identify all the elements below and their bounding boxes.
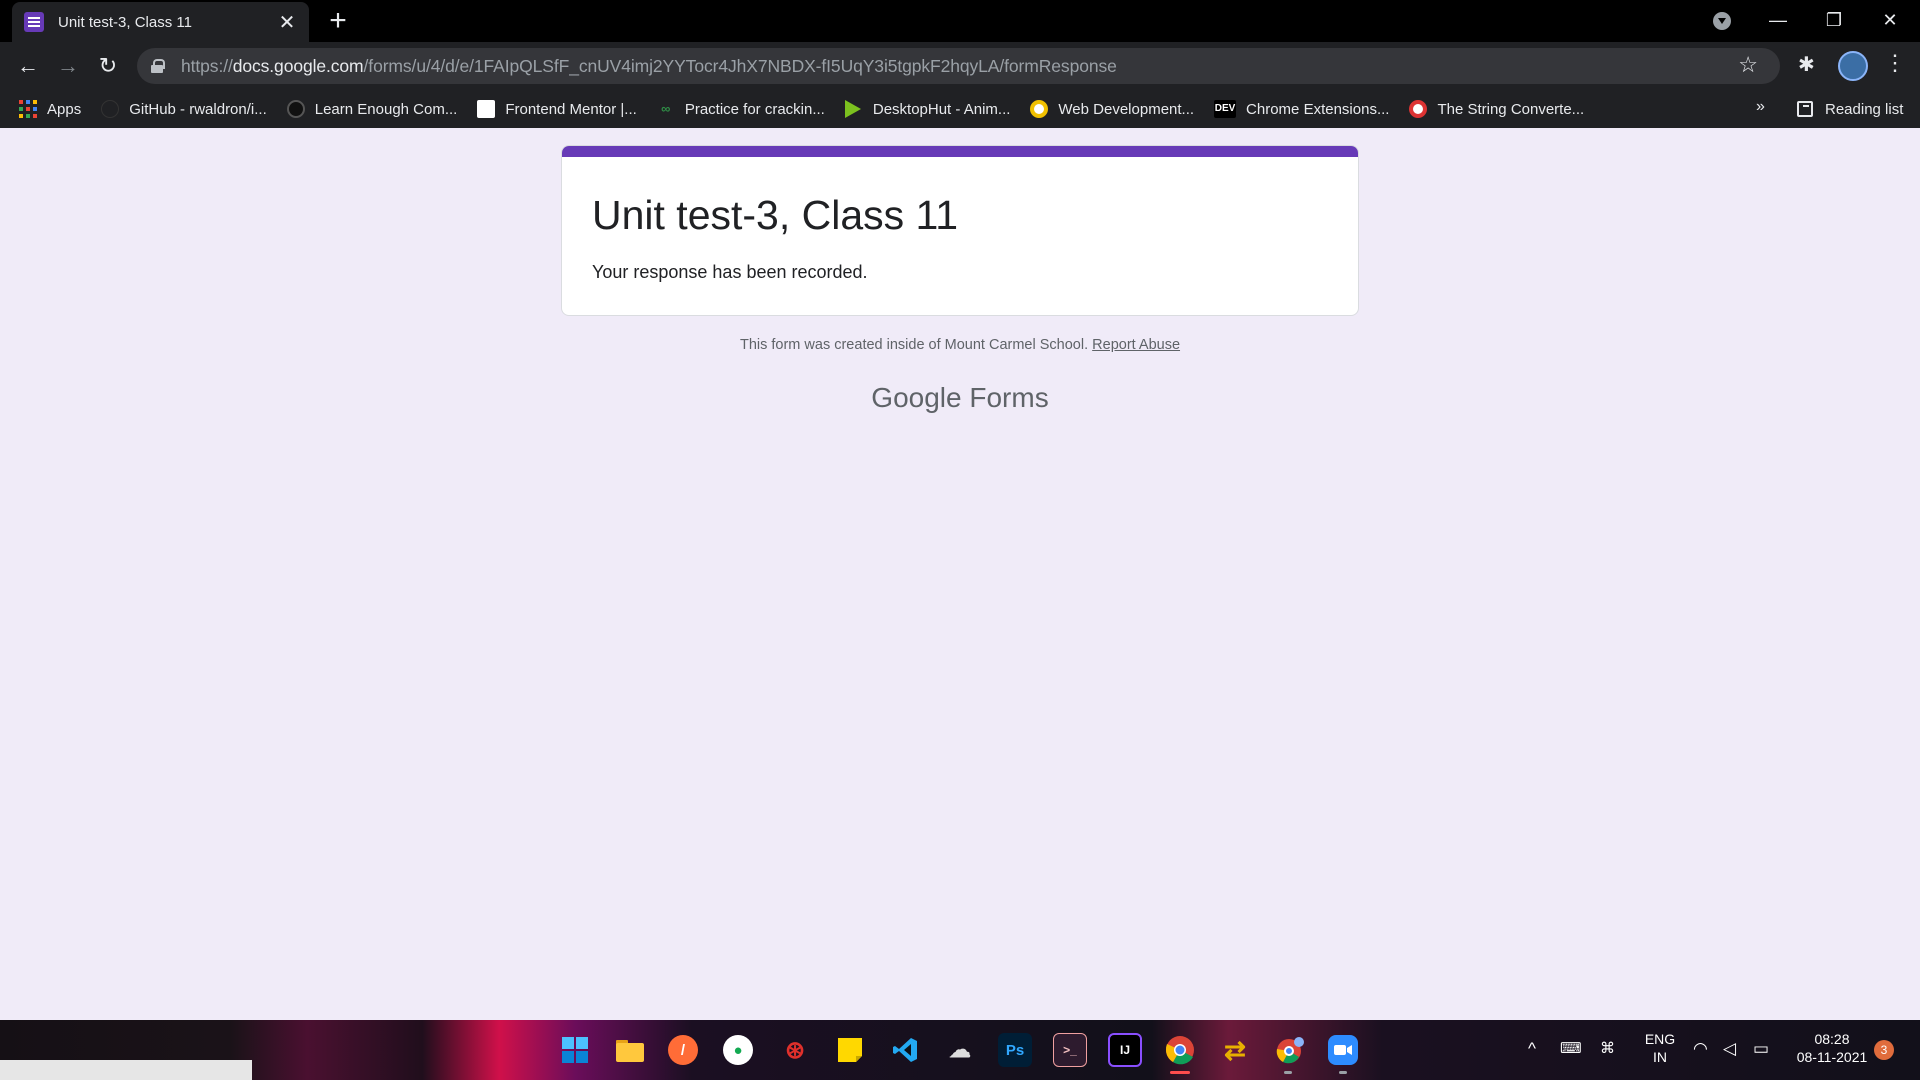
github-desktop-icon[interactable]: ☁ bbox=[943, 1033, 977, 1067]
bookmark-string-converter[interactable]: The String Converte... bbox=[1409, 100, 1584, 118]
tab-title: Unit test-3, Class 11 bbox=[58, 13, 192, 31]
desktophut-icon bbox=[844, 100, 861, 118]
tray-overflow-chevron-icon[interactable]: ^ bbox=[1528, 1039, 1536, 1059]
reading-list-icon bbox=[1797, 101, 1813, 117]
address-bar[interactable]: https://docs.google.com/forms/u/4/d/e/1F… bbox=[137, 48, 1780, 84]
dev-icon: DEV bbox=[1214, 100, 1237, 118]
mongodb-compass-icon[interactable]: ● bbox=[723, 1035, 753, 1065]
tab-search-icon[interactable] bbox=[1713, 12, 1731, 30]
bookmark-chrome-extensions[interactable]: DEV Chrome Extensions... bbox=[1214, 100, 1389, 118]
bookmark-learn-enough[interactable]: Learn Enough Com... bbox=[286, 100, 457, 118]
zoom-running-indicator bbox=[1339, 1071, 1347, 1074]
file-explorer-icon[interactable] bbox=[613, 1033, 647, 1067]
minimize-button[interactable]: — bbox=[1750, 0, 1806, 40]
reading-list-button[interactable]: Reading list bbox=[1797, 90, 1903, 128]
github-icon bbox=[101, 100, 120, 118]
battery-icon[interactable]: ▭ bbox=[1753, 1039, 1769, 1059]
browser-tab[interactable]: Unit test-3, Class 11 ✕ bbox=[12, 2, 309, 42]
close-window-button[interactable]: ✕ bbox=[1862, 0, 1918, 40]
back-button[interactable]: ← bbox=[12, 50, 44, 82]
bookmark-apps[interactable]: Apps bbox=[19, 100, 81, 118]
bookmarks-overflow-icon[interactable]: » bbox=[1756, 98, 1765, 116]
frontend-mentor-icon bbox=[477, 100, 496, 118]
chrome-active-indicator bbox=[1170, 1071, 1190, 1074]
brave-icon[interactable]: ⊛ bbox=[778, 1033, 812, 1067]
report-abuse-link[interactable]: Report Abuse bbox=[1092, 337, 1180, 353]
card-accent-bar bbox=[562, 146, 1358, 157]
geeksforgeeks-icon: ∞ bbox=[661, 101, 671, 116]
footer-disclaimer: This form was created inside of Mount Ca… bbox=[739, 337, 1089, 353]
notification-badge[interactable]: 3 bbox=[1874, 1040, 1894, 1060]
sticky-notes-icon[interactable] bbox=[833, 1033, 867, 1067]
chrome-icon[interactable] bbox=[1163, 1033, 1197, 1067]
lock-icon[interactable] bbox=[151, 59, 165, 73]
browser-toolbar: ← → ↻ https://docs.google.com/forms/u/4/… bbox=[0, 42, 1920, 90]
google-forms-logo[interactable]: Google Forms bbox=[0, 382, 1920, 414]
profile-avatar[interactable] bbox=[1838, 51, 1868, 81]
keyboard-icon[interactable]: ⌨ bbox=[1560, 1039, 1582, 1057]
form-footer: This form was created inside of Mount Ca… bbox=[0, 337, 1920, 353]
url-text: https://docs.google.com/forms/u/4/d/e/1F… bbox=[181, 55, 1117, 76]
string-converter-icon bbox=[1409, 100, 1428, 118]
clock[interactable]: 08:28 08-11-2021 bbox=[1792, 1030, 1872, 1066]
input-method-icon[interactable]: ⌘ bbox=[1600, 1039, 1615, 1057]
bookmark-github[interactable]: GitHub - rwaldron/i... bbox=[101, 100, 267, 118]
bookmark-star-icon[interactable]: ☆ bbox=[1738, 52, 1758, 78]
terminal-icon[interactable]: >_ bbox=[1053, 1033, 1087, 1067]
wifi-icon[interactable]: ◠ bbox=[1693, 1039, 1708, 1059]
bookmark-practice[interactable]: ∞ Practice for crackin... bbox=[657, 100, 825, 118]
forward-button[interactable]: → bbox=[52, 50, 84, 82]
volume-icon[interactable]: ◁ bbox=[1723, 1039, 1736, 1059]
chrome-menu-icon[interactable]: ⋮ bbox=[1884, 50, 1906, 76]
vscode-icon[interactable] bbox=[888, 1033, 922, 1067]
google-forms-favicon-icon bbox=[24, 12, 44, 32]
form-confirmation-card: Unit test-3, Class 11 Your response has … bbox=[561, 145, 1359, 316]
zoom-icon[interactable] bbox=[1328, 1035, 1358, 1065]
brand-forms: Forms bbox=[969, 382, 1049, 413]
brand-google: Google bbox=[871, 382, 962, 413]
arduino-icon[interactable]: ⇄ bbox=[1218, 1033, 1252, 1067]
window-thumbnail bbox=[0, 1060, 252, 1080]
form-title: Unit test-3, Class 11 bbox=[592, 192, 959, 238]
photoshop-icon[interactable]: Ps bbox=[998, 1033, 1032, 1067]
windows-start-icon[interactable] bbox=[558, 1033, 592, 1067]
learn-enough-icon bbox=[286, 100, 305, 118]
apps-grid-icon bbox=[19, 100, 37, 118]
browser-titlebar: Unit test-3, Class 11 ✕ + — ❐ ✕ bbox=[0, 0, 1920, 42]
language-indicator[interactable]: ENG IN bbox=[1640, 1030, 1680, 1066]
reload-button[interactable]: ↻ bbox=[92, 50, 124, 82]
postman-icon[interactable]: / bbox=[668, 1035, 698, 1065]
bookmark-desktophut[interactable]: DesktopHut - Anim... bbox=[844, 100, 1010, 118]
bookmarks-bar: Apps GitHub - rwaldron/i... Learn Enough… bbox=[0, 90, 1920, 128]
web-dev-icon bbox=[1030, 100, 1049, 118]
new-tab-button[interactable]: + bbox=[322, 6, 354, 38]
tab-close-icon[interactable]: ✕ bbox=[277, 10, 297, 35]
bookmark-frontend-mentor[interactable]: Frontend Mentor |... bbox=[477, 100, 637, 118]
chrome-profile-running-indicator bbox=[1284, 1071, 1292, 1074]
response-recorded-message: Your response has been recorded. bbox=[592, 262, 868, 282]
extensions-puzzle-icon[interactable]: ✱ bbox=[1798, 52, 1815, 77]
maximize-button[interactable]: ❐ bbox=[1806, 0, 1862, 40]
chrome-profile-icon[interactable] bbox=[1273, 1033, 1307, 1067]
intellij-icon[interactable]: IJ bbox=[1108, 1033, 1142, 1067]
bookmark-web-dev[interactable]: Web Development... bbox=[1030, 100, 1194, 118]
